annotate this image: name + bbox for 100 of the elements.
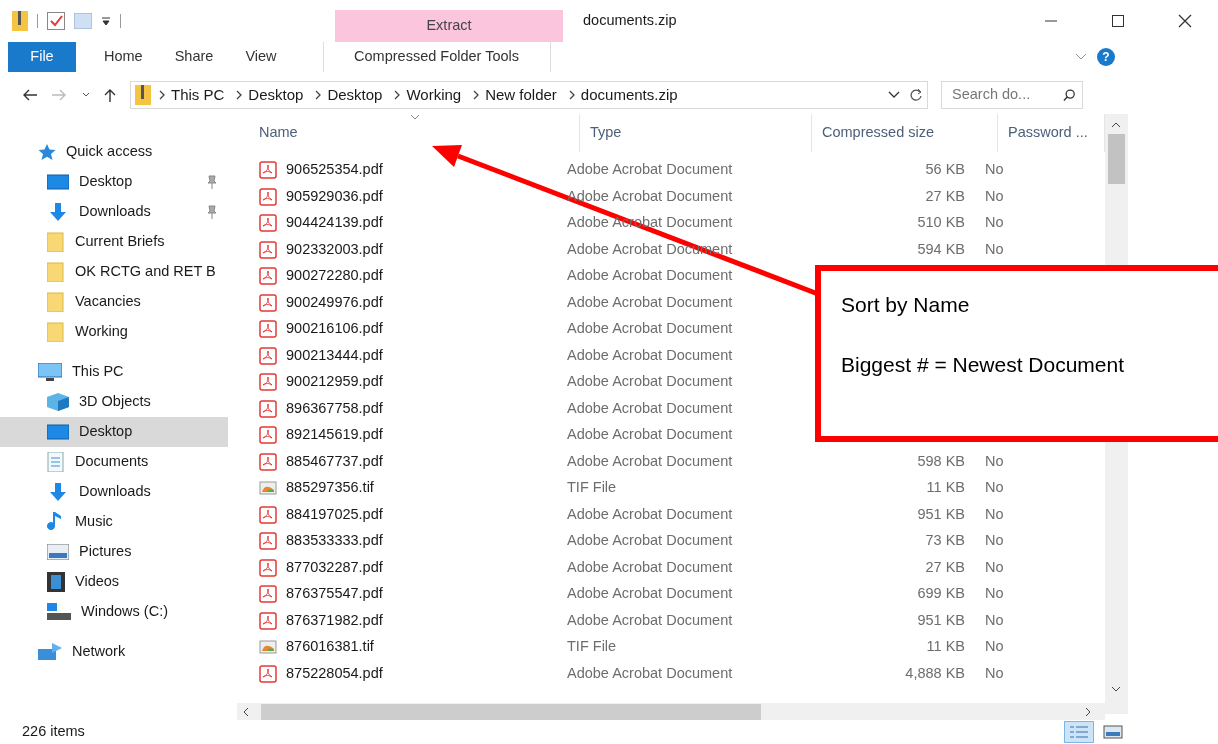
view-toggle-button[interactable]: [1064, 721, 1094, 743]
file-name[interactable]: 885297356.tif: [286, 477, 374, 500]
file-name[interactable]: 905929036.pdf: [286, 185, 383, 208]
drive-icon: [47, 603, 71, 621]
ribbon-tab[interactable]: View: [229, 42, 293, 72]
ribbon-tab[interactable]: Compressed Folder Tools: [322, 42, 551, 72]
refresh-icon: [909, 88, 923, 102]
password-status: No: [985, 452, 1004, 469]
pdf-icon: [259, 611, 277, 630]
file-name[interactable]: 906525354.pdf: [286, 159, 383, 182]
file-type: Adobe Acrobat Document: [567, 399, 733, 416]
forward-icon: [51, 88, 67, 102]
up-icon: [102, 88, 118, 102]
folder-icon: [47, 262, 65, 282]
file-type: Adobe Acrobat Document: [567, 373, 733, 390]
password-status: No: [985, 187, 1004, 204]
file-name[interactable]: 900216106.pdf: [286, 318, 383, 341]
horizontal-scrollbar[interactable]: [237, 703, 1105, 720]
file-type: Adobe Acrobat Document: [567, 267, 733, 284]
ribbon-tab[interactable]: Share: [158, 42, 230, 72]
sidebar-item[interactable]: This PC: [0, 357, 228, 387]
file-name[interactable]: 884197025.pdf: [286, 503, 383, 526]
help-button[interactable]: ?: [1097, 48, 1115, 66]
image-file-icon: [259, 638, 277, 657]
file-type: Adobe Acrobat Document: [567, 293, 733, 310]
ribbon-tab[interactable]: File: [8, 42, 76, 72]
sidebar-item[interactable]: Downloads: [0, 197, 228, 227]
sidebar-item[interactable]: Windows (C:): [0, 597, 228, 627]
file-name[interactable]: 902332003.pdf: [286, 238, 383, 261]
file-name[interactable]: 877032287.pdf: [286, 556, 383, 579]
file-type: Adobe Acrobat Document: [567, 505, 733, 522]
pdf-icon: [259, 426, 277, 445]
sidebar-item[interactable]: OK RCTG and RET B: [0, 257, 228, 287]
pdf-icon: [259, 452, 277, 471]
file-size: 11 KB: [926, 479, 965, 496]
file-name[interactable]: 904424139.pdf: [286, 212, 383, 235]
file-name[interactable]: 896367758.pdf: [286, 397, 383, 420]
network-icon: [38, 643, 62, 661]
file-name[interactable]: 876016381.tif: [286, 636, 374, 659]
pdf-icon: [259, 664, 277, 683]
details-view-icon: [1067, 723, 1091, 741]
password-status: No: [985, 638, 1004, 655]
sidebar-item[interactable]: Downloads: [0, 477, 228, 507]
column-header[interactable]: Compressed size: [812, 114, 998, 152]
file-name[interactable]: 900212959.pdf: [286, 371, 383, 394]
sidebar-item[interactable]: Working: [0, 317, 228, 347]
sidebar-item[interactable]: Music: [0, 507, 228, 537]
chevron-right-icon: [157, 90, 167, 100]
column-header[interactable]: Type: [580, 114, 812, 152]
file-name[interactable]: 885467737.pdf: [286, 450, 383, 473]
download-arrow-icon: [47, 203, 69, 221]
file-size: 951 KB: [917, 611, 965, 628]
password-status: No: [985, 532, 1004, 549]
sidebar-item[interactable]: Documents: [0, 447, 228, 477]
breadcrumb-link[interactable]: Working: [402, 83, 466, 107]
picture-icon: [47, 544, 69, 560]
file-name[interactable]: 876371982.pdf: [286, 609, 383, 632]
sidebar-item[interactable]: Desktop: [0, 167, 228, 197]
sidebar-item[interactable]: Desktop: [0, 417, 228, 447]
file-size: 73 KB: [925, 532, 965, 549]
pdf-icon: [259, 293, 277, 312]
file-name[interactable]: 883533333.pdf: [286, 530, 383, 553]
zip-folder-icon: [135, 85, 151, 105]
password-status: No: [985, 214, 1004, 231]
scrollbar-thumb[interactable]: [261, 703, 761, 720]
file-name[interactable]: 900272280.pdf: [286, 265, 383, 288]
folder-icon: [47, 232, 65, 252]
close-icon: [1176, 14, 1193, 28]
password-status: No: [985, 585, 1004, 602]
file-name[interactable]: 892145619.pdf: [286, 424, 383, 447]
sidebar-item[interactable]: Network: [0, 637, 228, 667]
sidebar-item[interactable]: Quick access: [0, 137, 228, 167]
sidebar-item[interactable]: Current Briefs: [0, 227, 228, 257]
file-name[interactable]: 900213444.pdf: [286, 344, 383, 367]
maximize-icon: [1109, 14, 1126, 28]
file-name[interactable]: 900249976.pdf: [286, 291, 383, 314]
sidebar-item[interactable]: Videos: [0, 567, 228, 597]
sidebar-item[interactable]: 3D Objects: [0, 387, 228, 417]
breadcrumb-link[interactable]: New folder: [481, 83, 561, 107]
breadcrumb-link[interactable]: documents.zip: [576, 83, 682, 107]
file-name[interactable]: 876375547.pdf: [286, 583, 383, 606]
file-type: Adobe Acrobat Document: [567, 558, 733, 575]
folder-icon: [47, 292, 65, 312]
search-box[interactable]: Search do...: [941, 81, 1083, 109]
contextual-tab-group: Extract: [335, 10, 563, 42]
item-count: 226 items: [22, 722, 85, 742]
breadcrumb-link[interactable]: Desktop: [323, 83, 387, 107]
file-size: 11 KB: [926, 638, 965, 655]
breadcrumb-link[interactable]: This PC: [167, 83, 229, 107]
chevron-down-icon: [1075, 53, 1087, 61]
file-name[interactable]: 875228054.pdf: [286, 662, 383, 685]
file-type: TIF File: [567, 479, 617, 496]
file-size: 27 KB: [925, 187, 965, 204]
breadcrumb-link[interactable]: Desktop: [244, 83, 308, 107]
file-size: 699 KB: [917, 585, 965, 602]
sidebar-item[interactable]: Pictures: [0, 537, 228, 567]
pdf-icon: [259, 373, 277, 392]
scrollbar-thumb[interactable]: [1108, 134, 1125, 184]
ribbon-tab[interactable]: Home: [88, 42, 159, 72]
sidebar-item[interactable]: Vacancies: [0, 287, 228, 317]
